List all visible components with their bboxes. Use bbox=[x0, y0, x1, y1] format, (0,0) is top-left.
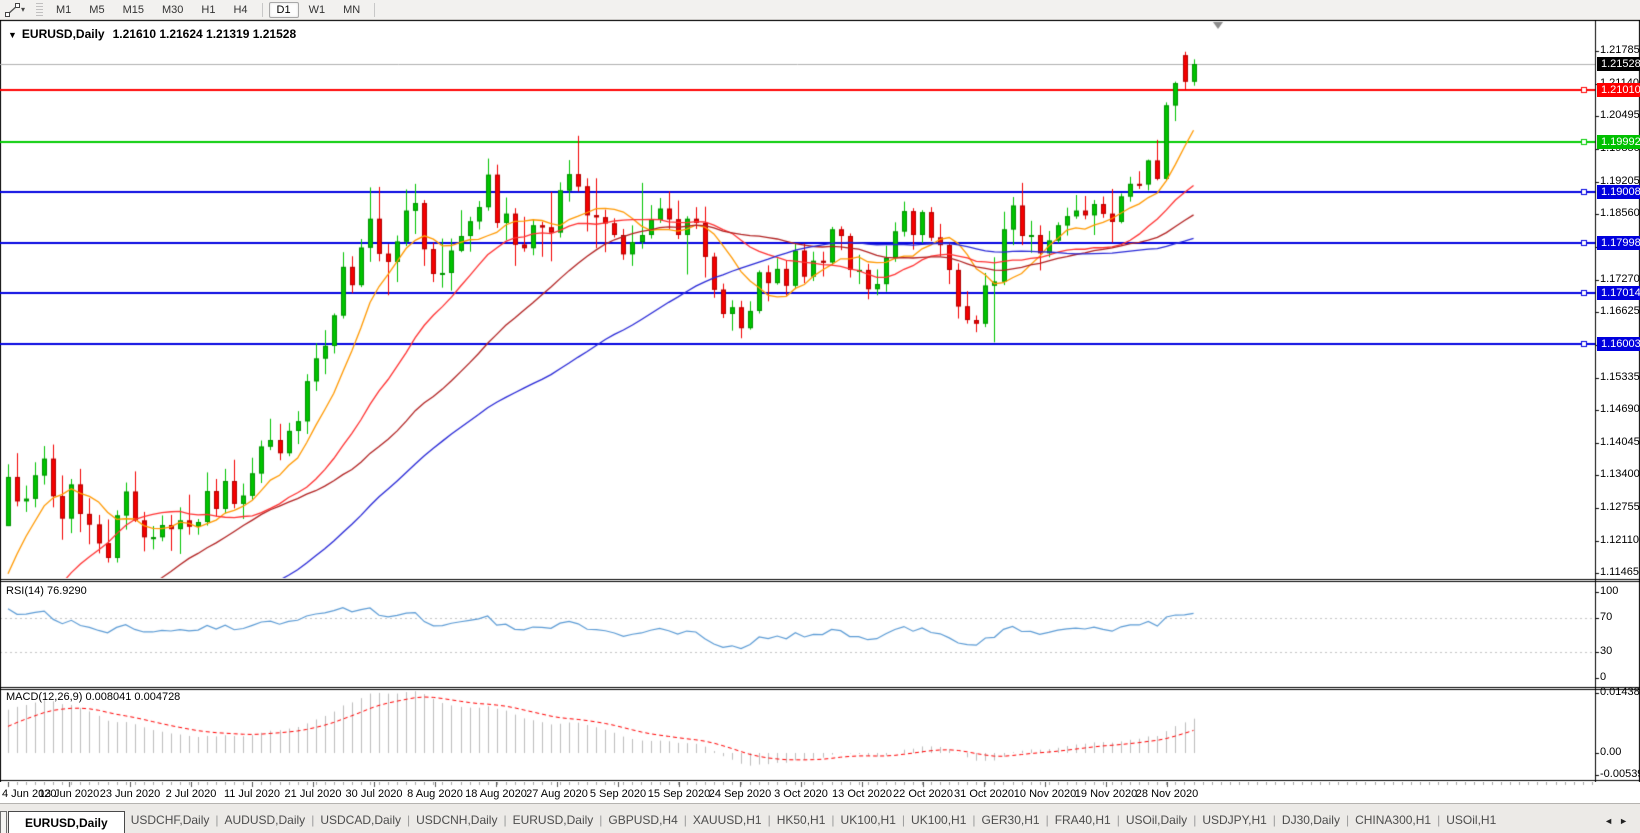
chart-title-caret-icon: ▼ bbox=[8, 30, 17, 40]
rsi-panel-label: RSI(14) 76.9290 bbox=[6, 585, 87, 597]
support-line-1-price-badge[interactable]: 1.19008 bbox=[1597, 185, 1640, 199]
date-label: 31 Oct 2020 bbox=[954, 788, 1014, 800]
date-label: 10 Nov 2020 bbox=[1014, 788, 1076, 800]
chart-tab-hk50-h1[interactable]: HK50,H1 bbox=[771, 807, 832, 833]
rsi-tick-label: 30 bbox=[1600, 645, 1612, 657]
top-toolbar: ▾ M1M5M15M30H1H4 D1W1MN bbox=[0, 0, 1640, 20]
price-tick-label: 1.21785 bbox=[1600, 44, 1640, 56]
date-label: 28 Nov 2020 bbox=[1136, 788, 1198, 800]
macd-tick-label: -0.005396 bbox=[1600, 768, 1640, 780]
toolbar-separator bbox=[374, 3, 375, 17]
chart-tab-audusd-daily[interactable]: AUDUSD,Daily bbox=[219, 807, 312, 833]
chart-tabs-bar: EURUSD,DailyUSDCHF,Daily|AUDUSD,Daily|US… bbox=[0, 803, 1640, 833]
resistance-line-price-badge[interactable]: 1.21010 bbox=[1597, 83, 1640, 97]
date-label: 23 Jun 2020 bbox=[100, 788, 161, 800]
toolbar-separator bbox=[262, 3, 263, 17]
support-line-4-price-badge[interactable]: 1.16003 bbox=[1597, 337, 1640, 351]
tab-edge-sliver bbox=[0, 811, 7, 833]
timeframe-button-m30[interactable]: M30 bbox=[154, 2, 191, 18]
chart-title: ▼ EURUSD,Daily 1.21610 1.21624 1.21319 1.2… bbox=[8, 27, 296, 41]
chart-tab-gbpusd-h4[interactable]: GBPUSD,H4 bbox=[602, 807, 683, 833]
date-label: 18 Aug 2020 bbox=[465, 788, 527, 800]
breakout-line-price-badge[interactable]: 1.19992 bbox=[1597, 135, 1640, 149]
macd-values: 0.008041 0.004728 bbox=[85, 691, 180, 703]
timeframe-button-h1[interactable]: H1 bbox=[193, 2, 223, 18]
price-chart-canvas[interactable] bbox=[0, 20, 1640, 782]
price-tick-label: 1.13400 bbox=[1600, 468, 1640, 480]
mt4-window: { "toolbar": { "timeframes": ["M1","M5",… bbox=[0, 0, 1640, 833]
chart-tab-usdchf-daily[interactable]: USDCHF,Daily bbox=[125, 807, 216, 833]
date-label: 24 Sep 2020 bbox=[709, 788, 771, 800]
date-label: 8 Aug 2020 bbox=[407, 788, 463, 800]
chart-tab-ger30-h1[interactable]: GER30,H1 bbox=[976, 807, 1046, 833]
timeframe-button-m1[interactable]: M1 bbox=[48, 2, 79, 18]
chevron-down-icon: ▾ bbox=[21, 5, 25, 14]
date-label: 11 Jul 2020 bbox=[224, 788, 280, 800]
chart-symbol-label: EURUSD,Daily bbox=[22, 27, 105, 41]
date-label: 13 Oct 2020 bbox=[832, 788, 892, 800]
chart-tab-usoil-daily[interactable]: USOil,Daily bbox=[1120, 807, 1193, 833]
time-axis: 4 Jun 202013 Jun 202023 Jun 20202 Jul 20… bbox=[0, 782, 1640, 803]
rsi-value: 76.9290 bbox=[47, 585, 87, 597]
date-label: 22 Oct 2020 bbox=[893, 788, 953, 800]
date-label: 27 Aug 2020 bbox=[526, 788, 588, 800]
date-label: 13 Jun 2020 bbox=[39, 788, 100, 800]
timeframe-button-group: M1M5M15M30H1H4 D1W1MN bbox=[47, 2, 380, 18]
chart-tab-china300-h1[interactable]: CHINA300,H1 bbox=[1349, 807, 1437, 833]
tab-scroll-right-button[interactable]: ► bbox=[1619, 816, 1634, 826]
support-line-2-price-badge[interactable]: 1.17998 bbox=[1597, 236, 1640, 250]
diagonal-line-icon bbox=[5, 3, 20, 17]
date-label: 21 Jul 2020 bbox=[285, 788, 342, 800]
macd-name: MACD(12,26,9) bbox=[6, 691, 82, 703]
price-tick-label: 1.14690 bbox=[1600, 403, 1640, 415]
chart-tab-uk100-h1[interactable]: UK100,H1 bbox=[835, 807, 902, 833]
chart-tab-usdjpy-h1[interactable]: USDJPY,H1 bbox=[1196, 807, 1272, 833]
chart-window: ▼ EURUSD,Daily 1.21610 1.21624 1.21319 1.2… bbox=[0, 20, 1640, 782]
price-tick-label: 1.11465 bbox=[1600, 566, 1639, 578]
chart-tab-usdcad-daily[interactable]: USDCAD,Daily bbox=[314, 807, 407, 833]
date-label: 2 Jul 2020 bbox=[166, 788, 217, 800]
chart-tab-eurusd-daily[interactable]: EURUSD,Daily bbox=[507, 807, 600, 833]
rsi-name: RSI(14) bbox=[6, 585, 44, 597]
price-tick-label: 1.12755 bbox=[1600, 501, 1640, 513]
chart-tab-uk100-h1[interactable]: UK100,H1 bbox=[905, 807, 972, 833]
chart-tab-usoil-h1[interactable]: USOil,H1 bbox=[1440, 807, 1502, 833]
date-label: 5 Sep 2020 bbox=[590, 788, 646, 800]
line-studies-icon[interactable]: ▾ bbox=[1, 2, 29, 18]
date-label: 15 Sep 2020 bbox=[648, 788, 710, 800]
chart-tab-usdcnh-daily[interactable]: USDCNH,Daily bbox=[410, 807, 503, 833]
price-tick-label: 1.14045 bbox=[1600, 436, 1640, 448]
date-label: 19 Nov 2020 bbox=[1075, 788, 1137, 800]
macd-tick-label: 0.00 bbox=[1600, 746, 1621, 758]
chart-tab-eurusd-daily[interactable]: EURUSD,Daily bbox=[8, 811, 125, 833]
timeframe-button-h4[interactable]: H4 bbox=[225, 2, 255, 18]
rsi-tick-label: 100 bbox=[1600, 585, 1618, 597]
chart-tab-dj30-daily[interactable]: DJ30,Daily bbox=[1276, 807, 1346, 833]
macd-tick-label: 0.014384 bbox=[1600, 686, 1640, 698]
chart-tab-fra40-h1[interactable]: FRA40,H1 bbox=[1049, 807, 1117, 833]
price-tick-label: 1.17270 bbox=[1600, 273, 1640, 285]
date-label: 3 Oct 2020 bbox=[774, 788, 828, 800]
rsi-tick-label: 70 bbox=[1600, 611, 1612, 623]
rsi-tick-label: 0 bbox=[1600, 671, 1606, 683]
price-tick-label: 1.18560 bbox=[1600, 207, 1640, 219]
tab-scroll-nav: ◄► bbox=[1604, 816, 1634, 826]
price-tick-label: 1.20495 bbox=[1600, 109, 1640, 121]
timeframe-button-d1[interactable]: D1 bbox=[269, 2, 299, 18]
chart-ohlc-values: 1.21610 1.21624 1.21319 1.21528 bbox=[113, 27, 297, 41]
date-label: 30 Jul 2020 bbox=[346, 788, 403, 800]
price-tick-label: 1.15335 bbox=[1600, 371, 1640, 383]
support-line-3-price-badge[interactable]: 1.17014 bbox=[1597, 286, 1640, 300]
timeframe-button-mn[interactable]: MN bbox=[335, 2, 368, 18]
price-tick-label: 1.12110 bbox=[1600, 534, 1639, 546]
timeframe-button-m5[interactable]: M5 bbox=[81, 2, 112, 18]
price-tick-label: 1.16625 bbox=[1600, 305, 1640, 317]
tab-scroll-left-button[interactable]: ◄ bbox=[1604, 816, 1619, 826]
macd-panel-label: MACD(12,26,9) 0.008041 0.004728 bbox=[6, 691, 180, 703]
chart-tab-xauusd-h1[interactable]: XAUUSD,H1 bbox=[687, 807, 768, 833]
current-price-line-price-badge: 1.21528 bbox=[1597, 57, 1640, 71]
toolbar-drag-handle[interactable] bbox=[36, 3, 43, 17]
timeframe-button-m15[interactable]: M15 bbox=[115, 2, 152, 18]
timeframe-button-w1[interactable]: W1 bbox=[301, 2, 334, 18]
